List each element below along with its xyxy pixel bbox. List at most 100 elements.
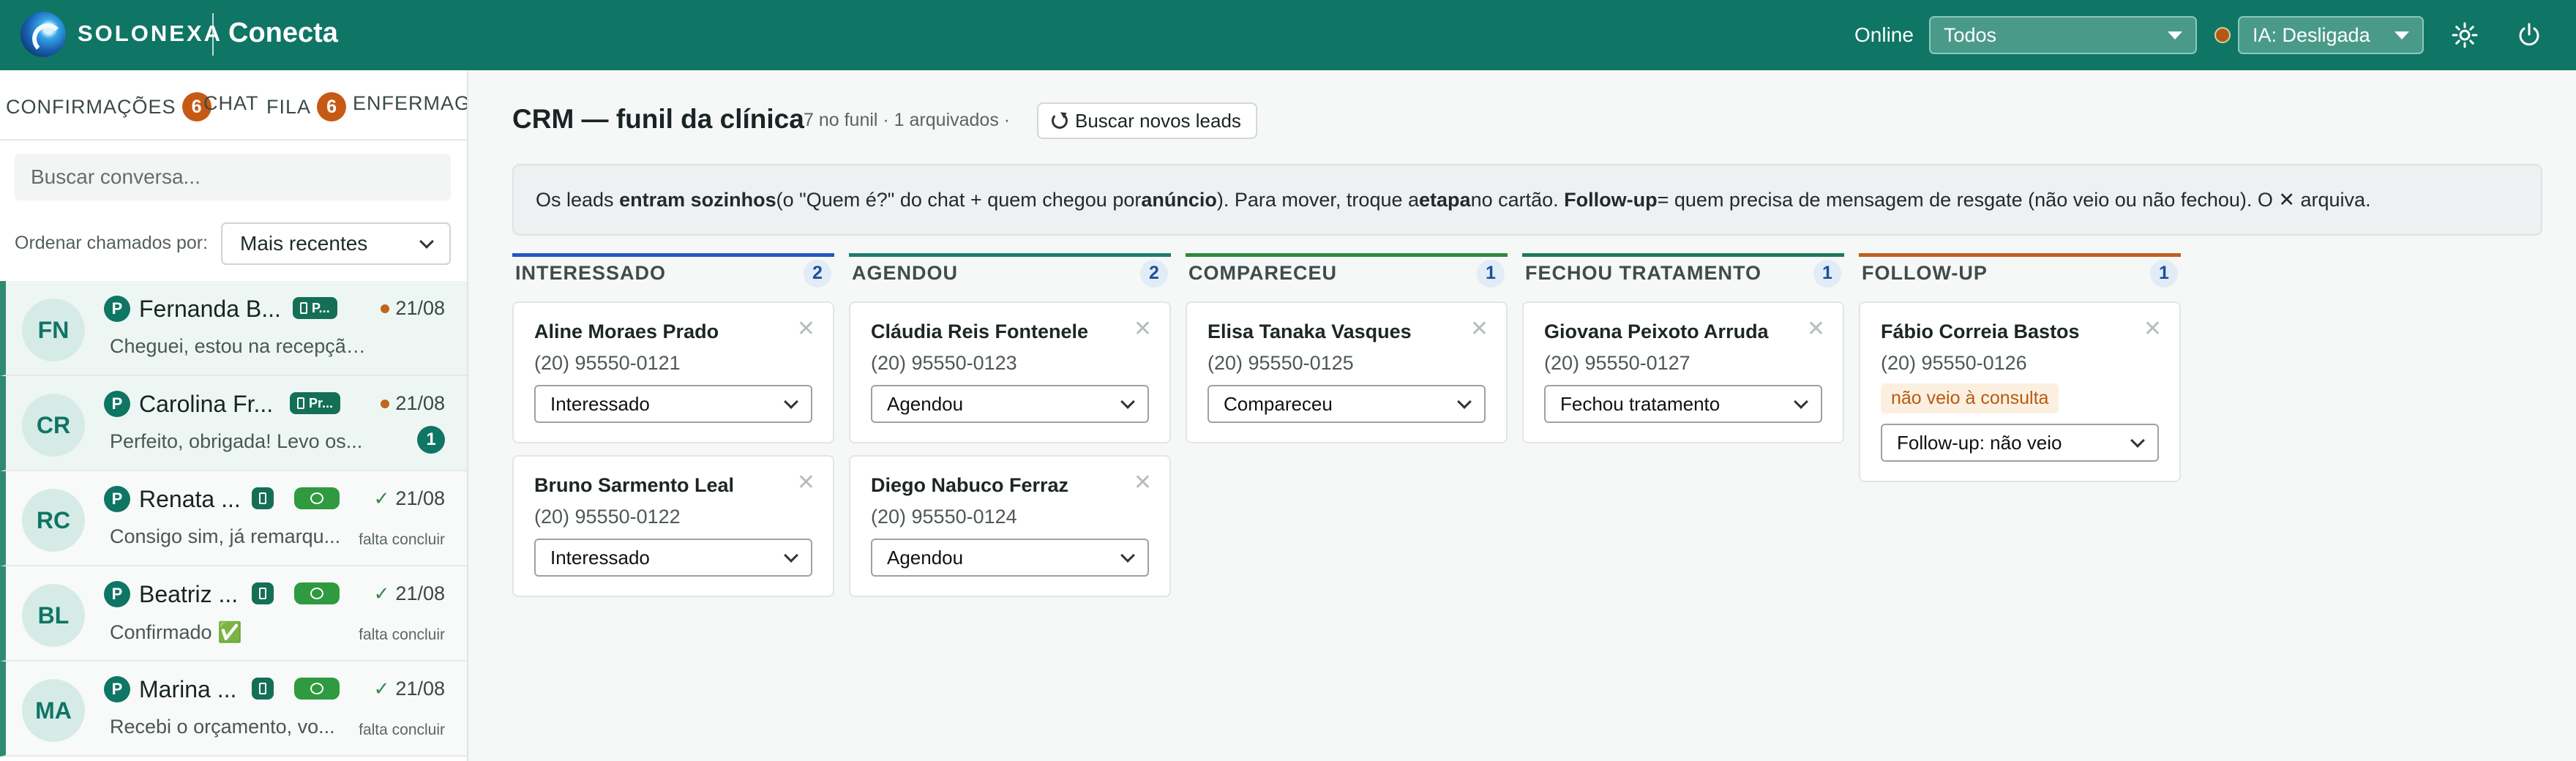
conversation-item[interactable]: MA P Marina ... ✓ 21/08 Recebi o orçament… bbox=[0, 661, 467, 757]
archive-icon[interactable]: ✕ bbox=[1807, 316, 1825, 342]
stage-value: Compareceu bbox=[1224, 392, 1333, 415]
column-header: FOLLOW-UP 1 bbox=[1859, 253, 2181, 290]
lead-card[interactable]: Aline Moraes Prado ✕ (20) 95550-0121 Int… bbox=[512, 301, 834, 443]
stage-select[interactable]: Fechou tratamento bbox=[1544, 385, 1822, 423]
power-icon[interactable] bbox=[2516, 22, 2542, 48]
info-bold: anúncio bbox=[1141, 188, 1217, 211]
date-text: 21/08 bbox=[395, 487, 445, 509]
lead-card[interactable]: Bruno Sarmento Leal ✕ (20) 95550-0122 In… bbox=[512, 455, 834, 597]
archive-icon[interactable]: ✕ bbox=[2143, 316, 2162, 342]
chevron-down-icon bbox=[1457, 394, 1472, 409]
tab-label: CHAT bbox=[203, 92, 259, 114]
column-count: 2 bbox=[804, 259, 831, 288]
column-header: AGENDOU 2 bbox=[849, 253, 1171, 290]
info-bold: etapa bbox=[1419, 188, 1471, 211]
conversation-list: FN P Fernanda B... P... 21/08 Cheguei, e… bbox=[0, 281, 467, 757]
whatsapp-pill bbox=[294, 487, 340, 509]
message-preview: Confirmado ✅ bbox=[110, 621, 242, 643]
lead-card[interactable]: Elisa Tanaka Vasques ✕ (20) 95550-0125 C… bbox=[1186, 301, 1508, 443]
archive-icon[interactable]: ✕ bbox=[797, 316, 815, 342]
info-text: Os leads bbox=[536, 188, 614, 211]
refresh-icon bbox=[1052, 113, 1068, 129]
info-text: no cartão. bbox=[1470, 188, 1559, 211]
lead-card[interactable]: Diego Nabuco Ferraz ✕ (20) 95550-0124 Ag… bbox=[849, 455, 1171, 597]
column-header: INTERESSADO 2 bbox=[512, 253, 834, 290]
conversation-item[interactable]: RC P Renata ... ✓ 21/08 Consigo sim, já r… bbox=[0, 471, 467, 566]
channel-pill bbox=[252, 487, 274, 509]
funnel-meta: 7 no funil · 1 arquivados · bbox=[804, 110, 1011, 130]
channel-pill bbox=[252, 582, 274, 604]
date-text: 21/08 bbox=[395, 392, 445, 414]
crm-main: CRM — funil da clínica 7 no funil · 1 ar… bbox=[470, 70, 2576, 761]
patient-badge: P bbox=[104, 676, 130, 702]
stage-value: Interessado bbox=[550, 392, 650, 415]
ia-mode-select[interactable]: IA: Desligada bbox=[2238, 16, 2424, 54]
contact-name: Beatriz ... bbox=[139, 581, 239, 607]
fetch-leads-button[interactable]: Buscar novos leads bbox=[1037, 102, 1257, 139]
info-bold: entram sozinhos bbox=[619, 188, 776, 211]
info-text: ). Para mover, troque a bbox=[1216, 188, 1420, 211]
chevron-down-icon bbox=[784, 548, 798, 563]
column-follow-up: FOLLOW-UP 1 Fábio Correia Bastos ✕ (20) … bbox=[1859, 253, 2181, 482]
agent-filter-select[interactable]: Todos bbox=[1929, 16, 2197, 54]
phone-icon bbox=[300, 302, 307, 314]
chat-bubble-icon bbox=[310, 683, 323, 694]
archive-icon[interactable]: ✕ bbox=[1134, 470, 1152, 495]
conversation-item[interactable]: BL P Beatriz ... ✓ 21/08 Confirmado ✅ fal… bbox=[0, 566, 467, 661]
pending-dot-icon bbox=[381, 304, 390, 313]
lead-card[interactable]: Giovana Peixoto Arruda ✕ (20) 95550-0127… bbox=[1522, 301, 1844, 443]
sun-icon[interactable] bbox=[2452, 22, 2478, 48]
column-title: INTERESSADO bbox=[515, 262, 667, 284]
stage-select[interactable]: Interessado bbox=[534, 385, 812, 423]
stage-value: Fechou tratamento bbox=[1560, 392, 1721, 415]
lead-phone: (20) 95550-0123 bbox=[871, 352, 1017, 374]
lead-card[interactable]: Fábio Correia Bastos ✕ (20) 95550-0126 n… bbox=[1859, 301, 2181, 482]
stage-select[interactable]: Agendou bbox=[871, 539, 1149, 577]
chevron-down-icon bbox=[1794, 394, 1808, 409]
tab-label: ENFERMAGEM bbox=[353, 92, 467, 114]
pending-dot-icon bbox=[381, 399, 390, 408]
search-input[interactable] bbox=[15, 154, 451, 200]
info-text: (o "Quem é?" do chat + quem chegou por bbox=[776, 188, 1142, 211]
lead-name: Diego Nabuco Ferraz bbox=[871, 474, 1069, 496]
conversation-date: 21/08 bbox=[381, 392, 445, 415]
info-bold: Follow-up bbox=[1564, 188, 1658, 211]
conversation-item[interactable]: CR P Carolina Fr... Pr... 21/08 Perfeito… bbox=[0, 376, 467, 471]
check-icon: ✓ bbox=[373, 678, 390, 700]
chat-bubble-icon bbox=[310, 492, 323, 504]
column-title: FOLLOW-UP bbox=[1862, 262, 1988, 284]
stage-select[interactable]: Interessado bbox=[534, 539, 812, 577]
sort-select[interactable]: Mais recentes bbox=[221, 222, 451, 265]
archive-icon[interactable]: ✕ bbox=[1470, 316, 1489, 342]
lead-name: Giovana Peixoto Arruda bbox=[1544, 320, 1769, 342]
lead-phone: (20) 95550-0126 bbox=[1881, 352, 2027, 374]
tab-enfermagem[interactable]: ENFERMAGEM bbox=[353, 92, 467, 115]
status-text: falta concluir bbox=[359, 626, 445, 643]
lead-card[interactable]: Cláudia Reis Fontenele ✕ (20) 95550-0123… bbox=[849, 301, 1171, 443]
conversation-item[interactable]: FN P Fernanda B... P... 21/08 Cheguei, e… bbox=[0, 281, 467, 376]
stage-select[interactable]: Follow-up: não veio bbox=[1881, 424, 2159, 462]
stage-select[interactable]: Compareceu bbox=[1208, 385, 1486, 423]
stage-select[interactable]: Agendou bbox=[871, 385, 1149, 423]
date-text: 21/08 bbox=[395, 678, 445, 700]
lead-phone: (20) 95550-0125 bbox=[1208, 352, 1354, 374]
lead-name: Fábio Correia Bastos bbox=[1881, 320, 2080, 342]
tab-confirmacoes[interactable]: CONFIRMAÇÕES 6 bbox=[6, 92, 211, 121]
tab-fila[interactable]: FILA 6 bbox=[266, 92, 347, 121]
chevron-down-icon bbox=[784, 394, 798, 409]
lead-phone: (20) 95550-0122 bbox=[534, 506, 681, 528]
lead-name: Aline Moraes Prado bbox=[534, 320, 719, 342]
archive-icon[interactable]: ✕ bbox=[797, 470, 815, 495]
chevron-down-icon bbox=[419, 234, 434, 249]
chevron-down-icon bbox=[2130, 433, 2145, 448]
chevron-down-icon bbox=[1120, 394, 1135, 409]
column-count: 1 bbox=[1813, 259, 1841, 288]
sidebar: CONFIRMAÇÕES 6 CHAT FILA 6 ENFERMAGEM Or… bbox=[0, 70, 468, 761]
column-compareceu: COMPARECEU 1 Elisa Tanaka Vasques ✕ (20)… bbox=[1186, 253, 1508, 443]
contact-name: Fernanda B... bbox=[139, 296, 281, 322]
archive-icon[interactable]: ✕ bbox=[1134, 316, 1152, 342]
column-header: FECHOU TRATAMENTO 1 bbox=[1522, 253, 1844, 290]
lead-phone: (20) 95550-0127 bbox=[1544, 352, 1690, 374]
tab-chat[interactable]: CHAT bbox=[203, 92, 259, 115]
lead-phone: (20) 95550-0124 bbox=[871, 506, 1017, 528]
